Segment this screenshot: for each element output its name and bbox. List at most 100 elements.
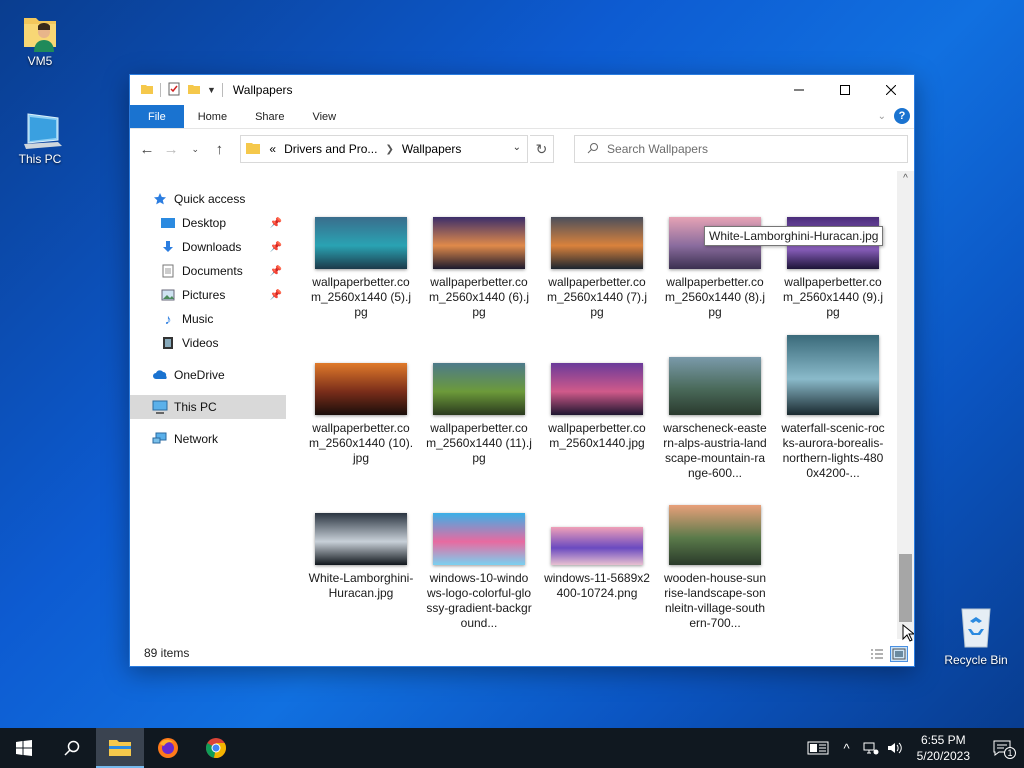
pin-icon[interactable]: 📌 (270, 218, 282, 229)
nav-item-downloads[interactable]: Downloads 📌 (160, 235, 286, 259)
document-icon (160, 263, 176, 279)
nav-item-label: This PC (174, 400, 217, 414)
refresh-button[interactable]: ↻ (530, 135, 555, 163)
chevron-down-icon[interactable]: ⌄ (513, 142, 521, 153)
search-box[interactable] (574, 135, 909, 163)
file-item[interactable]: wallpaperbetter.com_2560x1440 (5).jpg (306, 217, 416, 320)
tab-view[interactable]: View (298, 105, 350, 128)
nav-item-videos[interactable]: Videos (160, 331, 286, 355)
network-icon (152, 431, 168, 447)
title-bar[interactable]: ▼ Wallpapers (130, 75, 914, 105)
desktop-icon-recycle-bin[interactable]: Recycle Bin (940, 603, 1012, 667)
customize-toolbar-icon[interactable]: ▼ (207, 85, 216, 95)
desktop-icon-label: Recycle Bin (944, 653, 1008, 667)
nav-item-desktop[interactable]: Desktop 📌 (160, 211, 286, 235)
up-button[interactable]: ↑ (208, 137, 230, 161)
new-folder-icon[interactable] (187, 82, 201, 99)
properties-icon[interactable] (167, 82, 181, 99)
file-item[interactable]: wallpaperbetter.com_2560x1440 (11).jpg (424, 363, 534, 466)
nav-item-pictures[interactable]: Pictures 📌 (160, 283, 286, 307)
file-item[interactable]: wallpaperbetter.com_2560x1440 (7).jpg (542, 217, 652, 320)
file-thumbnail (315, 513, 407, 565)
large-icons-view-button[interactable] (890, 646, 908, 662)
scroll-thumb[interactable] (899, 554, 912, 622)
file-thumbnail (315, 217, 407, 269)
nav-item-label: Documents (182, 264, 243, 278)
clock-date: 5/20/2023 (916, 749, 970, 763)
firefox-taskbar-button[interactable] (144, 728, 192, 768)
file-name: windows-11-5689x2400-10724.png (544, 571, 650, 600)
file-explorer-taskbar-button[interactable] (96, 728, 144, 768)
file-item[interactable]: waterfall-scenic-rocks-aurora-borealis-n… (778, 335, 888, 481)
nav-item-documents[interactable]: Documents 📌 (160, 259, 286, 283)
file-thumbnail (315, 363, 407, 415)
nav-item-onedrive[interactable]: OneDrive (152, 363, 308, 387)
recycle-bin-icon (956, 603, 996, 649)
address-bar[interactable]: « Drivers and Pro... ❯ Wallpapers ⌄ (240, 135, 529, 163)
minimize-button[interactable] (776, 75, 822, 105)
close-button[interactable] (868, 75, 914, 105)
help-icon[interactable]: ? (894, 108, 910, 124)
clock[interactable]: 6:55 PM 5/20/2023 (907, 732, 980, 764)
news-widget-icon[interactable] (801, 728, 835, 768)
forward-button[interactable]: → (160, 137, 182, 161)
chrome-taskbar-button[interactable] (192, 728, 240, 768)
details-view-button[interactable] (868, 646, 886, 662)
file-item[interactable]: wallpaperbetter.com_2560x1440.jpg (542, 363, 652, 451)
file-item[interactable]: windows-11-5689x2400-10724.png (542, 527, 652, 601)
folder-icon (140, 82, 154, 99)
desktop-icon-vm5[interactable]: VM5 (2, 10, 78, 68)
back-button[interactable]: ← (136, 137, 158, 161)
file-thumbnail (551, 527, 643, 565)
pin-icon[interactable]: 📌 (270, 242, 282, 253)
address-root-chevron[interactable]: « (269, 142, 276, 156)
search-taskbar-button[interactable] (48, 728, 96, 768)
file-item[interactable]: windows-10-windows-logo-colorful-glossy-… (424, 513, 534, 631)
file-item[interactable]: wooden-house-sunrise-landscape-sonnleitn… (660, 505, 770, 631)
nav-item-music[interactable]: ♪ Music (160, 307, 286, 331)
maximize-button[interactable] (822, 75, 868, 105)
breadcrumb-wallpapers[interactable]: Wallpapers (402, 142, 462, 156)
tab-share[interactable]: Share (241, 105, 298, 128)
chrome-icon (205, 738, 227, 759)
file-item[interactable]: wallpaperbetter.com_2560x1440 (10).jpg (306, 363, 416, 466)
network-status-icon[interactable] (859, 728, 883, 768)
tab-home[interactable]: Home (184, 105, 241, 128)
file-explorer-window: ▼ Wallpapers File Home Share View ⌄ ? ← … (129, 74, 915, 667)
file-item[interactable]: White-Lamborghini-Huracan.jpg (306, 513, 416, 601)
start-button[interactable] (0, 728, 48, 768)
nav-item-label: Quick access (174, 192, 246, 206)
file-thumbnail (787, 335, 879, 415)
folder-icon (245, 141, 261, 158)
file-item[interactable]: wallpaperbetter.com_2560x1440 (6).jpg (424, 217, 534, 320)
volume-icon[interactable] (883, 728, 907, 768)
music-note-icon: ♪ (164, 311, 172, 327)
nav-item-network[interactable]: Network (152, 427, 308, 451)
nav-item-quick-access[interactable]: Quick access (152, 187, 308, 211)
recent-locations-button[interactable]: ⌄ (184, 137, 206, 161)
file-thumbnail (551, 363, 643, 415)
notification-center-button[interactable]: 1 (980, 728, 1024, 768)
desktop-icon-label: VM5 (27, 54, 53, 68)
vertical-scrollbar[interactable]: ^ (897, 171, 914, 639)
nav-item-label: Downloads (182, 240, 242, 254)
nav-item-this-pc[interactable]: This PC (130, 395, 286, 419)
pin-icon[interactable]: 📌 (270, 266, 282, 277)
search-input[interactable] (607, 142, 908, 156)
nav-item-label: Music (182, 312, 214, 326)
file-name: warscheneck-eastern-alps-austria-landsca… (663, 421, 767, 480)
desktop-icon-this-pc[interactable]: This PC (2, 108, 78, 166)
chevron-right-icon[interactable]: ❯ (385, 144, 393, 155)
show-hidden-icons-icon[interactable]: ^ (835, 728, 859, 768)
search-icon (64, 740, 80, 756)
expand-ribbon-icon[interactable]: ⌄ (878, 111, 886, 122)
scroll-up-arrow[interactable]: ^ (897, 173, 914, 187)
file-thumbnail (551, 217, 643, 269)
mouse-cursor-icon (902, 623, 916, 645)
tab-file[interactable]: File (130, 105, 184, 128)
breadcrumb-drivers[interactable]: Drivers and Pro... (284, 142, 377, 156)
file-item[interactable]: warscheneck-eastern-alps-austria-landsca… (660, 357, 770, 481)
pin-icon[interactable]: 📌 (270, 290, 282, 301)
file-name: wooden-house-sunrise-landscape-sonnleitn… (663, 571, 767, 630)
taskbar: ^ 6:55 PM 5/20/2023 1 (0, 728, 1024, 768)
